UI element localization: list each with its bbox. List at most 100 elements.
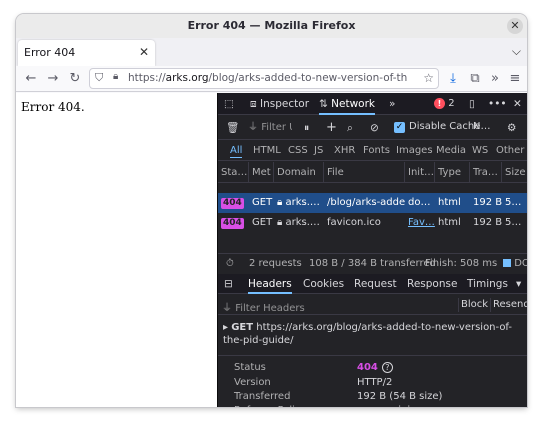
inspector-icon: ⧈ [250, 98, 257, 110]
table-row[interactable]: 404 GET 🔒︎ arks.… /blog/arks-added-tc do… [218, 193, 527, 213]
settings-gear-icon[interactable]: ⚙ [507, 117, 516, 139]
search-icon[interactable]: ⌕ [347, 117, 353, 139]
forward-button[interactable]: → [44, 70, 62, 88]
error-icon: ! [434, 98, 445, 109]
table-row[interactable]: 404 GET 🔒︎ arks.… favicon.ico Fav… html … [218, 213, 527, 233]
cell-transferred: 192 B [473, 197, 502, 208]
tab-network[interactable]: ⇅ Network [319, 93, 375, 115]
tab-close-button[interactable]: ✕ [139, 45, 149, 59]
type-filter-all[interactable]: All [230, 144, 243, 158]
column-type[interactable]: Type [435, 162, 470, 183]
tab-timings[interactable]: Timings [467, 274, 508, 294]
headers-filter-input[interactable]: ⏚ Filter Headers [222, 299, 305, 314]
tab-request[interactable]: Request [354, 274, 397, 294]
type-filter-html[interactable]: HTML [253, 144, 281, 158]
tab-headers[interactable]: Headers [248, 274, 292, 294]
type-filter-xhr[interactable]: XHR [334, 144, 355, 158]
lock-icon: 🔒︎ [277, 217, 283, 228]
domain-text: arks.… [285, 197, 320, 208]
type-filter-other[interactable]: Other [496, 144, 524, 158]
expand-triangle-icon[interactable]: ▸ [223, 322, 228, 333]
tab-inspector[interactable]: ⧈ Inspector [250, 93, 309, 115]
url-bar[interactable]: ⛉ 🔒︎ https://arks.org/blog/arks-added-to… [89, 68, 439, 89]
resend-button[interactable]: Resend [493, 299, 527, 310]
request-url: https://arks.org/blog/arks-added-to-new-… [223, 322, 513, 346]
more-tabs-dropdown-icon[interactable]: ▾ [516, 274, 521, 294]
summary-requests: 2 requests [249, 258, 302, 269]
summary-domcontentloaded: DOMC [503, 258, 527, 269]
network-summary-bar: ⏱ 2 requests 108 B / 384 B transferred F… [218, 253, 527, 273]
cell-domain: 🔒︎ arks.… [274, 213, 324, 233]
type-filter-js[interactable]: JS [314, 144, 323, 158]
column-size[interactable]: Size [502, 162, 527, 183]
type-filter-media[interactable]: Media [436, 144, 466, 158]
divider [490, 298, 491, 312]
hamburger-menu-icon[interactable]: ≡ [506, 70, 524, 88]
property-value: 192 B (54 B size) [357, 391, 443, 402]
network-toolbar: 🗑︎ ⏚ Filter U ⏸ + ⌕ ⊘ ✓ Disable Cache N…… [218, 116, 527, 140]
type-filter-ws[interactable]: WS [472, 144, 488, 158]
block-button[interactable]: Block [461, 299, 488, 310]
element-picker-icon[interactable]: ⬚ [224, 93, 234, 115]
timer-icon[interactable]: ⏱ [226, 258, 234, 269]
window-title: Error 404 — Mozilla Firefox [187, 19, 356, 32]
browser-window: Error 404 — Mozilla Firefox ✕ Error 404 … [16, 14, 527, 407]
tab-label: Error 404 [24, 46, 76, 59]
window-close-button[interactable]: ✕ [507, 18, 523, 34]
url-scheme: https:// [128, 72, 166, 84]
chevron-down-icon[interactable]: ⌵ [512, 44, 521, 59]
tab-response[interactable]: Response [407, 274, 457, 294]
domcontent-label: DOMC [514, 258, 527, 269]
back-button[interactable]: ← [22, 70, 40, 88]
divider [458, 298, 459, 312]
request-summary-line[interactable]: ▸ GET https://arks.org/blog/arks-added-t… [223, 321, 523, 347]
type-filter-css[interactable]: CSS [288, 144, 308, 158]
toggle-sidebar-icon[interactable]: ⊟ [224, 274, 233, 294]
cell-initiator-link[interactable]: Fav… [405, 213, 435, 233]
filter-urls-input[interactable]: ⏚ Filter U [248, 120, 292, 136]
headers-filter-placeholder: Filter Headers [235, 303, 305, 314]
extensions-icon[interactable]: ⧉ [466, 70, 484, 88]
lock-icon[interactable]: 🔒︎ [113, 71, 118, 82]
request-table-header: Sta… Met Domain File Init… Type Tra… Siz… [218, 162, 527, 183]
column-domain[interactable]: Domain [274, 162, 324, 183]
tab-cookies[interactable]: Cookies [303, 274, 344, 294]
shield-icon[interactable]: ⛉ [95, 71, 103, 85]
cell-transferred: 192 B [473, 217, 502, 228]
column-initiator[interactable]: Init… [405, 162, 435, 183]
reload-button[interactable]: ↻ [66, 70, 84, 88]
bookmark-star-icon[interactable]: ☆ [423, 71, 434, 85]
error-count-badge[interactable]: ! 2 [434, 98, 455, 109]
add-icon[interactable]: + [326, 117, 337, 139]
cell-type: html [438, 197, 461, 208]
block-icon[interactable]: ⊘ [370, 117, 379, 139]
tab-inspector-label: Inspector [260, 98, 310, 110]
cell-method: GET [252, 217, 273, 228]
devtools-menu-icon[interactable]: ••• [488, 93, 507, 115]
disable-cache-checkbox[interactable]: ✓ [394, 122, 405, 133]
column-file[interactable]: File [324, 162, 405, 183]
download-icon[interactable]: ⤓ [444, 70, 462, 88]
type-filter-fonts[interactable]: Fonts [363, 144, 390, 158]
type-filter-bar: All HTML CSS JS XHR Fonts Images Media W… [218, 141, 527, 161]
more-tools-icon[interactable]: » [389, 93, 395, 115]
help-icon[interactable]: ? [381, 362, 393, 373]
trash-icon[interactable]: 🗑︎ [226, 117, 239, 139]
tab-error-404[interactable]: Error 404 ✕ [18, 40, 155, 66]
network-icon: ⇅ [319, 98, 328, 110]
property-key: Version [234, 377, 271, 388]
url-text[interactable]: https://arks.org/blog/arks-added-to-new-… [128, 72, 408, 84]
title-bar: Error 404 — Mozilla Firefox ✕ [16, 14, 527, 38]
throttle-select[interactable]: N… [473, 121, 490, 132]
devtools-close-icon[interactable]: ✕ [513, 93, 522, 115]
cell-status: 404 [218, 193, 249, 213]
dock-icon[interactable]: ▯ [469, 93, 475, 115]
cell-type: html [438, 217, 461, 228]
property-row-transferred: Transferred 192 B (54 B size) [218, 391, 527, 405]
column-transferred[interactable]: Tra… [470, 162, 502, 183]
type-filter-images[interactable]: Images [396, 144, 433, 158]
column-method[interactable]: Met [249, 162, 274, 183]
column-status[interactable]: Sta… [218, 162, 249, 183]
overflow-chevron-icon[interactable]: » [486, 70, 504, 88]
pause-icon[interactable]: ⏸ [304, 117, 309, 139]
